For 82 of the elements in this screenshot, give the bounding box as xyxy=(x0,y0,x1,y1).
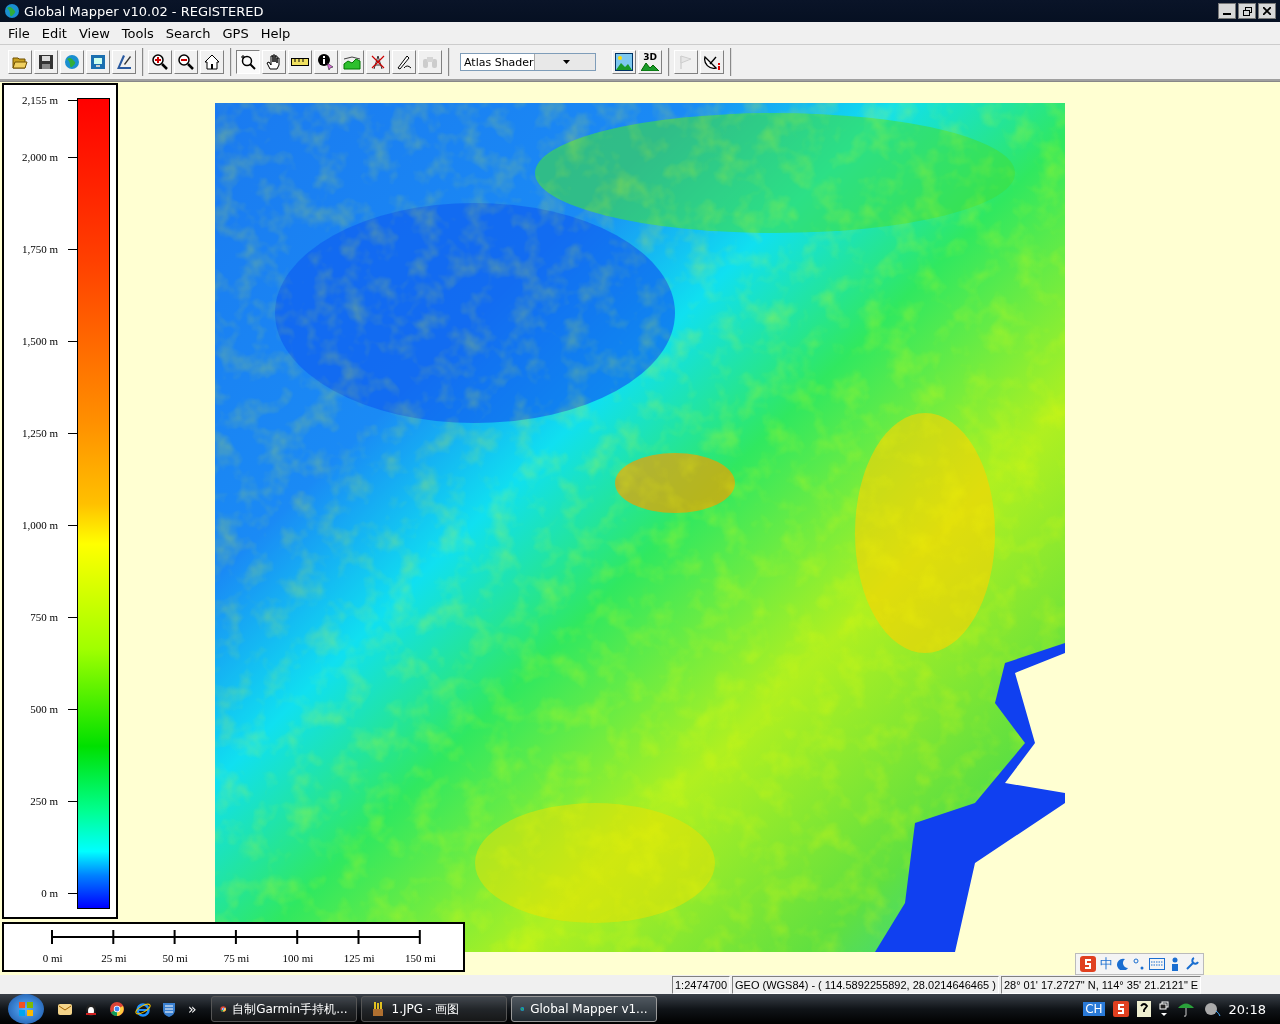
elevation-label: 1,750 m xyxy=(21,242,58,256)
umbrella-icon[interactable] xyxy=(1176,1001,1195,1017)
status-field: 28° 01' 17.2727" N, 114° 35' 21.2121" E xyxy=(1000,975,1202,994)
zoom-in-icon xyxy=(152,54,168,70)
distance-label: 25 mi xyxy=(101,952,127,964)
moon-icon xyxy=(1117,958,1129,970)
language-indicator[interactable]: CH xyxy=(1083,1002,1105,1016)
distance-label: 0 mi xyxy=(42,952,63,964)
punctuation-icon xyxy=(1133,958,1145,970)
magnifier-icon xyxy=(240,54,256,70)
ime-mode-toggle[interactable]: 中 xyxy=(1100,955,1113,973)
ruler-icon xyxy=(291,57,309,67)
clock: 20:18 xyxy=(1228,1001,1266,1017)
menu-item[interactable]: Tools xyxy=(115,25,160,41)
distance-label: 50 mi xyxy=(162,952,188,964)
globe-icon xyxy=(64,54,80,70)
elevation-label: 500 m xyxy=(30,702,58,716)
help-icon[interactable] xyxy=(1136,1001,1151,1017)
mountain-icon xyxy=(641,61,659,71)
menu-item[interactable]: Edit xyxy=(35,25,73,41)
elevation-label: 1,500 m xyxy=(21,334,58,348)
toolbar-button[interactable] xyxy=(236,50,260,74)
drafting-icon xyxy=(116,54,132,70)
distance-label: 125 mi xyxy=(343,952,375,964)
distance-label: 75 mi xyxy=(223,952,250,964)
quick-launch-button[interactable] xyxy=(132,1001,154,1017)
dropdown-arrow-icon xyxy=(562,60,570,64)
chrome-icon xyxy=(109,1001,125,1017)
window-title: Global Mapper v10.02 - REGISTERED xyxy=(24,3,264,19)
taskbar-button[interactable]: 1.JPG - 画图 xyxy=(360,996,507,1022)
distance-label: 100 mi xyxy=(282,952,314,964)
monitor-icon xyxy=(90,54,106,70)
sogou-s-icon[interactable] xyxy=(1112,1001,1129,1017)
more-button[interactable]: » xyxy=(188,1001,197,1017)
restore-icon xyxy=(1242,6,1252,16)
home-icon xyxy=(204,54,220,70)
elevation-label: 250 m xyxy=(30,794,58,808)
keyboard-icon xyxy=(1149,958,1165,970)
shader-dropdown[interactable]: Atlas Shader xyxy=(460,53,596,71)
terrain-profile-icon xyxy=(343,54,361,70)
windows-restore-icon[interactable] xyxy=(1158,1001,1169,1017)
folder-icon xyxy=(12,54,28,70)
taskbar-button[interactable]: 自制Garmin手持机... xyxy=(210,996,357,1022)
globe-icon xyxy=(4,3,20,19)
menu-item[interactable]: Search xyxy=(159,25,217,41)
landscape-picture-icon xyxy=(615,53,633,71)
binoculars-icon xyxy=(422,55,438,69)
pen-icon xyxy=(396,54,412,70)
envelope-icon xyxy=(57,1001,73,1017)
elevation-label: 1,000 m xyxy=(21,518,58,532)
elevation-label: 0 m xyxy=(41,886,58,900)
elevation-label: 2,155 m xyxy=(21,93,58,107)
distance-label: 150 mi xyxy=(405,952,436,964)
close-button[interactable] xyxy=(1258,3,1276,19)
taskbar-button[interactable]: Global Mapper v1... xyxy=(510,996,657,1022)
minimize-button[interactable] xyxy=(1218,3,1236,19)
ie-icon xyxy=(135,1001,151,1017)
menu-item[interactable]: GPS xyxy=(216,25,255,41)
elevation-label: 1,250 m xyxy=(21,426,58,440)
menu-item[interactable]: View xyxy=(72,25,116,41)
toolbar-button[interactable]: 3D xyxy=(638,50,662,74)
shield-icon xyxy=(161,1001,177,1017)
windows-logo-icon xyxy=(18,1001,34,1017)
person-icon xyxy=(1169,957,1181,971)
restore-button[interactable] xyxy=(1238,3,1256,19)
tower-icon xyxy=(370,54,386,70)
flag-icon xyxy=(678,54,694,70)
wrench-icon xyxy=(1185,957,1199,971)
menu-item[interactable]: Help xyxy=(254,25,297,41)
sogou-s-icon xyxy=(1080,956,1096,972)
satellite-dish-icon xyxy=(703,53,721,71)
status-field: 1:2474700 xyxy=(672,975,730,994)
menu-item[interactable]: File xyxy=(2,25,36,41)
close-icon xyxy=(1263,7,1271,15)
start-button[interactable] xyxy=(8,994,44,1024)
floppy-icon xyxy=(38,54,54,70)
elevation-label: 2,000 m xyxy=(21,150,58,164)
hand-icon xyxy=(266,54,282,70)
zoom-out-icon xyxy=(178,54,194,70)
info-cursor-icon xyxy=(318,54,334,70)
elevation-label: 750 m xyxy=(30,610,58,624)
status-field: GEO (WGS84) - ( 114.5892255892, 28.0214646465 ) xyxy=(732,975,999,994)
